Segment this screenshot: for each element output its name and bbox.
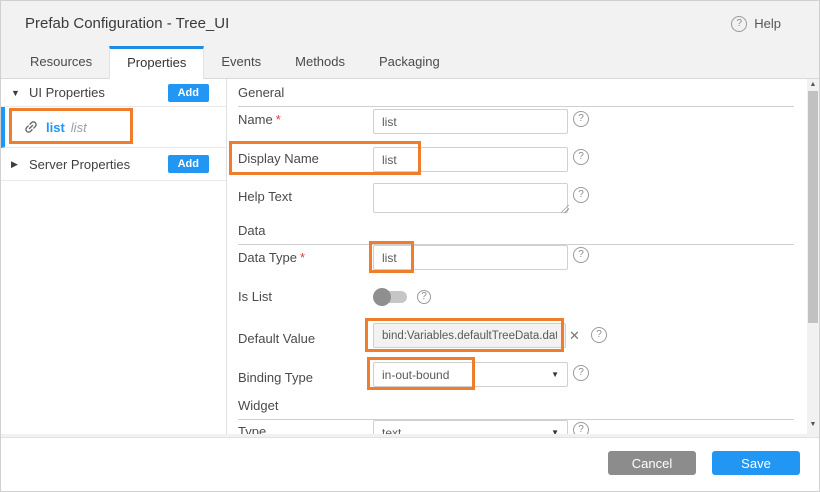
ui-properties-add-button[interactable]: Add [168,84,209,102]
is-list-label: Is List [238,289,272,304]
scroll-up-icon[interactable]: ▲ [807,79,819,91]
display-name-input[interactable] [373,147,568,172]
property-item-name: list [46,120,65,135]
binding-type-help-icon[interactable]: ? [573,365,589,381]
dropdown-arrow-icon: ▼ [551,370,559,379]
dialog-header: Prefab Configuration - Tree_UI ? Help [1,1,819,46]
tab-resources[interactable]: Resources [13,46,109,78]
link-icon [20,116,43,139]
section-widget: Widget [238,398,794,420]
ui-properties-group[interactable]: ▼ UI Properties Add [1,79,226,107]
vertical-scrollbar[interactable]: ▲ ▼ [807,79,819,434]
name-label: Name* [238,112,281,127]
help-text-help-icon[interactable]: ? [573,187,589,203]
ui-properties-label: UI Properties [29,85,105,100]
property-item-list[interactable]: list list [1,107,226,148]
prefab-configuration-dialog: Prefab Configuration - Tree_UI ? Help Re… [0,0,820,492]
name-help-icon[interactable]: ? [573,111,589,127]
dialog-title: Prefab Configuration - Tree_UI [25,15,229,32]
server-properties-label: Server Properties [29,157,130,172]
data-type-label: Data Type* [238,250,305,265]
server-properties-group[interactable]: ▶ Server Properties Add [1,148,226,181]
name-input[interactable] [373,109,568,134]
default-value-label: Default Value [238,331,315,346]
section-data: Data [238,223,794,245]
tab-bar: Resources Properties Events Methods Pack… [1,46,819,79]
data-type-input[interactable] [373,245,568,270]
display-name-help-icon[interactable]: ? [573,149,589,165]
binding-type-label: Binding Type [238,370,313,385]
properties-form: General Name* ? Display Name ? Help Text… [227,79,807,434]
binding-type-value: in-out-bound [382,368,547,382]
display-name-label: Display Name [238,151,319,166]
expanded-arrow-icon[interactable]: ▼ [11,88,21,98]
required-asterisk: * [276,112,281,127]
help-button[interactable]: ? Help [731,1,781,46]
clear-binding-icon[interactable]: ✕ [569,328,580,344]
tab-properties[interactable]: Properties [109,46,204,79]
cancel-button[interactable]: Cancel [608,451,696,475]
toggle-knob [373,288,391,306]
section-general: General [238,85,794,107]
binding-type-select[interactable]: in-out-bound ▼ [373,362,568,387]
required-asterisk: * [300,250,305,265]
help-label[interactable]: Help [754,16,781,31]
default-value-help-icon[interactable]: ? [591,327,607,343]
data-type-help-icon[interactable]: ? [573,247,589,263]
textarea-resize-grip[interactable] [561,205,569,213]
is-list-help-icon[interactable]: ? [417,290,431,304]
tab-methods[interactable]: Methods [278,46,362,78]
widget-type-select[interactable]: text ▼ [373,420,568,434]
widget-type-value: text [382,426,547,435]
is-list-toggle[interactable] [373,288,410,306]
tab-packaging[interactable]: Packaging [362,46,457,78]
dialog-footer: Cancel Save [1,438,819,492]
widget-type-help-icon[interactable]: ? [573,422,589,434]
help-text-label: Help Text [238,189,292,204]
save-button[interactable]: Save [712,451,800,475]
scrollbar-thumb[interactable] [808,91,818,323]
collapsed-arrow-icon[interactable]: ▶ [11,159,21,170]
help-text-textarea[interactable] [373,183,568,213]
property-item-type: list [71,120,87,135]
default-value-input[interactable] [373,323,566,348]
help-icon[interactable]: ? [731,16,747,32]
server-properties-add-button[interactable]: Add [168,155,209,173]
scroll-down-icon[interactable]: ▼ [807,419,819,431]
widget-type-label: Type [238,424,266,434]
tab-events[interactable]: Events [204,46,278,78]
properties-sidebar: ▼ UI Properties Add list list ▶ Server P… [1,79,227,434]
